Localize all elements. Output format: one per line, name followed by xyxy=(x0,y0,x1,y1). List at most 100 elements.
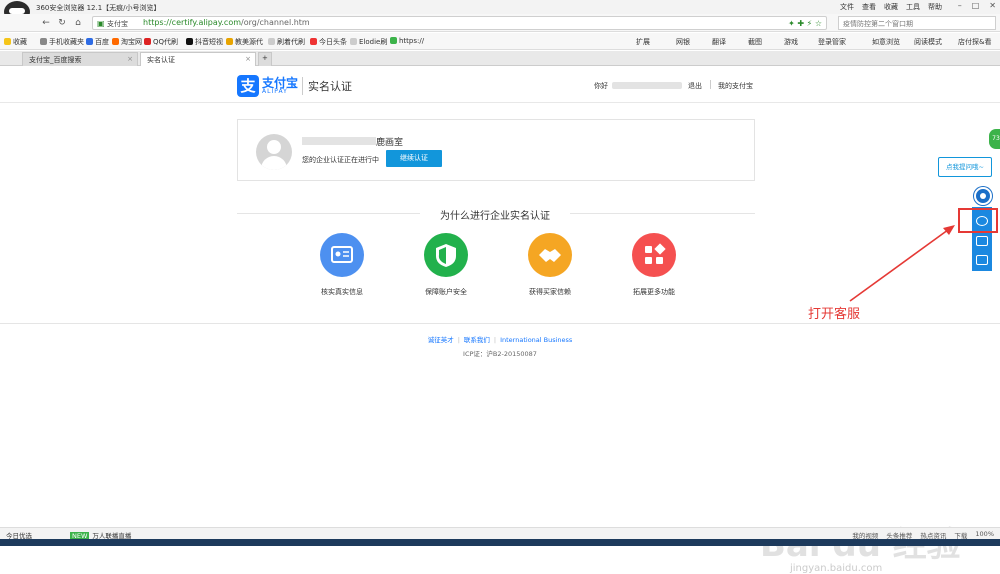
minimize-icon[interactable]: – xyxy=(958,1,962,10)
bookmark-qq[interactable]: QQ代刷 xyxy=(144,37,178,47)
wechat-icon xyxy=(390,37,397,44)
ask-me-tooltip[interactable]: 点我提问哦~ xyxy=(938,157,992,177)
section-heading: 为什么进行企业实名认证 xyxy=(420,207,570,222)
my-alipay-link[interactable]: 我的支付宝 xyxy=(718,81,753,91)
new-tab-button[interactable]: + xyxy=(258,52,272,66)
page-icon xyxy=(350,38,357,45)
edit-icon[interactable] xyxy=(976,255,988,265)
phone-icon xyxy=(40,38,47,45)
brand-sub: ALIPAY xyxy=(262,88,288,95)
service-mascot-icon[interactable] xyxy=(974,187,992,205)
url-text: https://certify.alipay.com/org/channel.h… xyxy=(143,18,310,27)
star-icon xyxy=(4,38,11,45)
bookmark-proxy[interactable]: 刷着代刷 xyxy=(268,37,305,47)
feature-label: 保障账户安全 xyxy=(425,288,467,296)
status-bar: 今日优选 NEW 万人联播直播 我的视频 头条推荐 热点资讯 下载 100% xyxy=(0,527,1000,540)
feature-label: 获得买家信赖 xyxy=(529,288,571,296)
username-blurred xyxy=(612,82,682,89)
search-input[interactable]: 疫情防控第二个窗口期 xyxy=(838,16,996,30)
bm-bank[interactable]: 网银 xyxy=(676,37,690,47)
menu-favorites[interactable]: 收藏 xyxy=(884,2,898,12)
annotation-text: 打开客服 xyxy=(808,307,861,322)
menu-view[interactable]: 查看 xyxy=(862,2,876,12)
window-title: 360安全浏览器 12.1【无痕/小号浏览】 xyxy=(36,4,161,12)
bookmark-toutiao[interactable]: 今日头条 xyxy=(310,37,347,47)
bookmarks-bar: 收藏 手机收藏夹 百度 淘宝网 QQ代刷 抖音短视 教美源代 刷着代刷 今日头条… xyxy=(0,33,1000,50)
shield-icon xyxy=(424,233,468,277)
close-tab-icon[interactable]: × xyxy=(245,55,251,63)
company-card: 鹿画室 您的企业认证正在进行中 继续认证 xyxy=(237,119,755,181)
id-card-icon xyxy=(320,233,364,277)
footer-divider xyxy=(0,323,1000,324)
side-widget-icon[interactable]: 73 xyxy=(989,129,1000,149)
os-taskbar xyxy=(0,539,1000,546)
maximize-icon[interactable]: □ xyxy=(972,1,980,10)
bookmark-source[interactable]: 教美源代 xyxy=(226,37,263,47)
alipay-header: 支 支付宝 ALIPAY 实名认证 你好 退出 我的支付宝 xyxy=(0,67,1000,103)
bm-shop[interactable]: 店付探&看 xyxy=(958,37,991,47)
bookmark-favorites[interactable]: 收藏 xyxy=(4,37,27,47)
toutiao-icon xyxy=(310,38,317,45)
secure-shield-icon: ▣ xyxy=(97,19,105,28)
logout-link[interactable]: 退出 xyxy=(688,81,702,91)
browser-titlebar: 360安全浏览器 12.1【无痕/小号浏览】 文件 查看 收藏 工具 帮助 – … xyxy=(0,0,1000,23)
page-title: 实名认证 xyxy=(308,80,352,93)
handshake-icon xyxy=(528,233,572,277)
footer-link-international[interactable]: International Business xyxy=(500,336,572,344)
header-divider xyxy=(302,77,303,95)
alipay-logo-icon[interactable]: 支 xyxy=(237,75,259,97)
tab-certify[interactable]: 实名认证 × xyxy=(140,52,256,66)
bm-login-manager[interactable]: 登录管家 xyxy=(818,37,846,47)
bm-reading-mode[interactable]: 阅读模式 xyxy=(914,37,942,47)
bookmark-taobao[interactable]: 淘宝网 xyxy=(112,37,142,47)
icp-license: ICP证：沪B2-20150087 xyxy=(463,350,537,358)
feature-verify-info: 核实真实信息 xyxy=(307,233,377,297)
company-name: 鹿画室 xyxy=(376,138,404,148)
bookmark-baidu[interactable]: 百度 xyxy=(86,37,109,47)
bm-translate[interactable]: 翻译 xyxy=(712,37,726,47)
bookmark-mobile[interactable]: 手机收藏夹 xyxy=(40,37,84,47)
bookmark-elodie[interactable]: Elodie刷 xyxy=(350,37,387,47)
bm-extensions[interactable]: 扩展 xyxy=(636,37,650,47)
page-icon xyxy=(268,38,275,45)
menu-help[interactable]: 帮助 xyxy=(928,2,942,12)
bookmark-https[interactable]: https:// xyxy=(390,37,424,45)
feature-label: 核实真实信息 xyxy=(321,288,363,296)
refresh-icon[interactable]: ↻ xyxy=(56,17,68,29)
bm-ruyi[interactable]: 如意浏览 xyxy=(872,37,900,47)
menu-tools[interactable]: 工具 xyxy=(906,2,920,12)
bm-screenshot[interactable]: 截图 xyxy=(748,37,762,47)
feature-account-security: 保障账户安全 xyxy=(411,233,481,297)
address-bar[interactable]: ▣ 支付宝 https://certify.alipay.com/org/cha… xyxy=(92,16,827,30)
back-icon[interactable]: ← xyxy=(40,17,52,29)
feature-buyer-trust: 获得买家信赖 xyxy=(515,233,585,297)
avatar xyxy=(256,134,292,170)
bookmark-douyin[interactable]: 抖音短视 xyxy=(186,37,223,47)
close-tab-icon[interactable]: × xyxy=(127,55,133,63)
feedback-icon[interactable] xyxy=(976,236,988,246)
navigation-bar: ← ↻ ⌂ ▣ 支付宝 https://certify.alipay.com/o… xyxy=(0,14,1000,32)
watermark-url: jingyan.baidu.com xyxy=(790,563,883,574)
menu-bar: 文件 查看 收藏 工具 帮助 xyxy=(840,2,942,12)
taobao-icon xyxy=(112,38,119,45)
company-name-blurred xyxy=(302,137,376,145)
header-link-divider xyxy=(710,80,711,89)
tab-bar: 支付宝_百度搜索 × 实名认证 × + xyxy=(0,51,1000,66)
window-controls: – □ ✕ xyxy=(958,1,996,10)
tab-baidu-search[interactable]: 支付宝_百度搜索 × xyxy=(22,52,138,66)
footer-link-contact[interactable]: 联系我们 xyxy=(464,336,490,344)
footer-link-careers[interactable]: 诚征英才 xyxy=(428,336,454,344)
feature-label: 拓展更多功能 xyxy=(633,288,675,296)
bm-games[interactable]: 游戏 xyxy=(784,37,798,47)
site-badge: 支付宝 xyxy=(107,20,128,28)
continue-certify-button[interactable]: 继续认证 xyxy=(386,150,442,167)
menu-file[interactable]: 文件 xyxy=(840,2,854,12)
feature-more-functions: 拓展更多功能 xyxy=(619,233,689,297)
apps-grid-icon xyxy=(632,233,676,277)
page-icon xyxy=(226,38,233,45)
home-icon[interactable]: ⌂ xyxy=(72,17,84,29)
annotation-arrow-icon xyxy=(849,225,955,302)
address-actions-icon[interactable]: ✦ ✚ ⚡ ☆ xyxy=(788,19,822,28)
close-icon[interactable]: ✕ xyxy=(989,1,996,10)
baidu-icon xyxy=(86,38,93,45)
